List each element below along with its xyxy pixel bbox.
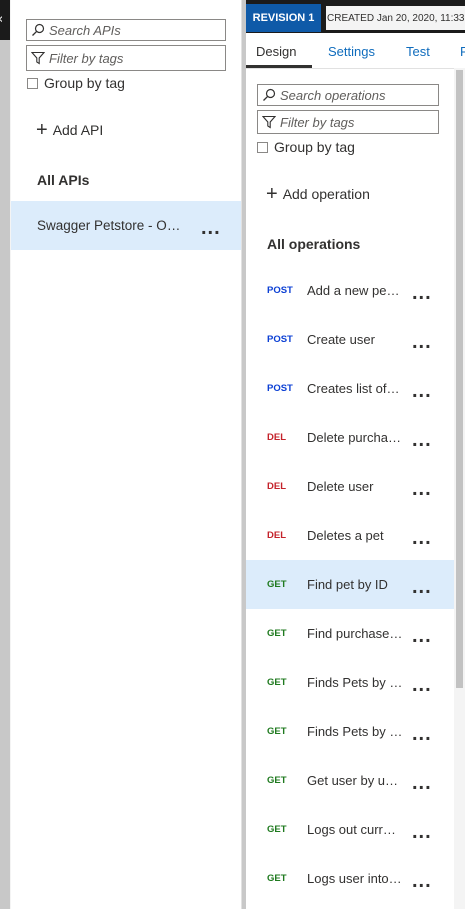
method-badge: DEL xyxy=(267,432,286,443)
operation-row[interactable]: GET Logs out current logged in user sess… xyxy=(246,805,454,854)
method-badge: GET xyxy=(267,726,287,737)
tab-portal[interactable]: P xyxy=(460,44,465,59)
operation-name: Logs out current logged in user session xyxy=(307,822,403,837)
more-options-icon[interactable]: ... xyxy=(412,430,432,450)
checkbox-box[interactable] xyxy=(27,77,38,89)
more-options-icon[interactable]: ... xyxy=(412,822,432,842)
operations-scrollbar[interactable] xyxy=(454,68,465,909)
operation-name: Create user xyxy=(307,332,375,347)
more-options-icon[interactable]: ... xyxy=(412,283,432,303)
method-badge: POST xyxy=(267,285,293,296)
method-badge: POST xyxy=(267,383,293,394)
operation-row[interactable]: POST Create user ... xyxy=(246,315,454,364)
operation-row[interactable]: DEL Deletes a pet ... xyxy=(246,511,454,560)
more-options-icon[interactable]: ... xyxy=(412,675,432,695)
operation-name: Get user by user name xyxy=(307,773,403,788)
search-icon xyxy=(27,20,49,40)
tab-design[interactable]: Design xyxy=(256,44,296,59)
more-options-icon[interactable]: ... xyxy=(412,577,432,597)
more-options-icon[interactable]: ... xyxy=(201,218,221,238)
all-apis-heading: All APIs xyxy=(37,172,90,188)
method-badge: GET xyxy=(267,628,287,639)
api-list-item[interactable]: Swagger Petstore - OpenAPI 3.0 ... xyxy=(11,201,241,250)
plus-icon: + xyxy=(36,119,48,141)
group-by-tag-label: Group by tag xyxy=(274,139,355,155)
more-options-icon[interactable]: ... xyxy=(412,332,432,352)
search-icon xyxy=(258,85,280,105)
operation-row[interactable]: GET Logs user into the system ... xyxy=(246,854,454,903)
operation-row[interactable]: GET Finds Pets by status ... xyxy=(246,658,454,707)
group-by-tag-checkbox[interactable]: Group by tag xyxy=(27,75,125,91)
operation-name: Finds Pets by tags xyxy=(307,724,403,739)
method-badge: GET xyxy=(267,579,287,590)
left-edge-strip: ‹ xyxy=(0,0,10,909)
operation-name: Creates list of users with given input a… xyxy=(307,381,403,396)
method-badge: GET xyxy=(267,677,287,688)
operation-name: Delete user xyxy=(307,479,374,494)
operation-row[interactable]: POST Add a new pet to the store ... xyxy=(246,266,454,315)
search-operations-input[interactable]: Search operations xyxy=(257,84,439,106)
add-api-button[interactable]: + Add API xyxy=(36,119,103,141)
active-tab-indicator xyxy=(246,65,312,68)
operation-row[interactable]: GET Find purchase order by ID ... xyxy=(246,609,454,658)
operation-name: Delete purchase order by ID xyxy=(307,430,403,445)
operation-name: Add a new pet to the store xyxy=(307,283,403,298)
operation-name: Deletes a pet xyxy=(307,528,384,543)
filter-icon xyxy=(27,48,49,68)
scrollbar-thumb[interactable] xyxy=(456,70,463,688)
collapse-chevron-icon[interactable]: ‹ xyxy=(0,12,3,27)
operations-panel: REVISION 1 CREATED Jan 20, 2020, 11:33: … xyxy=(246,0,465,909)
revision-created-info: CREATED Jan 20, 2020, 11:33: xyxy=(326,6,465,30)
collapse-area[interactable]: ‹ xyxy=(0,0,10,40)
operation-row[interactable]: GET Finds Pets by tags ... xyxy=(246,707,454,756)
method-badge: GET xyxy=(267,775,287,786)
api-item-label: Swagger Petstore - OpenAPI 3.0 xyxy=(37,218,187,233)
operation-name: Find pet by ID xyxy=(307,577,388,592)
revision-badge[interactable]: REVISION 1 xyxy=(246,4,321,32)
operation-name: Find purchase order by ID xyxy=(307,626,403,641)
search-apis-input[interactable]: Search APIs xyxy=(26,19,226,41)
more-options-icon[interactable]: ... xyxy=(412,773,432,793)
apis-panel: Search APIs Filter by tags Group by tag … xyxy=(11,0,242,909)
more-options-icon[interactable]: ... xyxy=(412,479,432,499)
more-options-icon[interactable]: ... xyxy=(412,626,432,646)
operation-name: Finds Pets by status xyxy=(307,675,403,690)
checkbox-box[interactable] xyxy=(257,141,268,153)
add-operation-button[interactable]: + Add operation xyxy=(266,183,370,205)
revision-bar: REVISION 1 CREATED Jan 20, 2020, 11:33: xyxy=(246,0,465,33)
operation-name: Logs user into the system xyxy=(307,871,403,886)
more-options-icon[interactable]: ... xyxy=(412,528,432,548)
operation-row[interactable]: DEL Delete user ... xyxy=(246,462,454,511)
tab-settings[interactable]: Settings xyxy=(328,44,375,59)
plus-icon: + xyxy=(266,183,278,205)
filter-operations-input[interactable]: Filter by tags xyxy=(257,110,439,134)
operation-row[interactable]: GET Find pet by ID ... xyxy=(246,560,454,609)
operation-row[interactable]: DEL Delete purchase order by ID ... xyxy=(246,413,454,462)
method-badge: DEL xyxy=(267,530,286,541)
group-by-tag-label: Group by tag xyxy=(44,75,125,91)
group-by-tag-checkbox[interactable]: Group by tag xyxy=(257,139,355,155)
operation-row[interactable]: POST Creates list of users with given in… xyxy=(246,364,454,413)
filter-apis-input[interactable]: Filter by tags xyxy=(26,45,226,71)
method-badge: GET xyxy=(267,824,287,835)
tab-bar: Design Settings Test P xyxy=(246,36,465,69)
all-operations-heading: All operations xyxy=(267,236,361,252)
method-badge: DEL xyxy=(267,481,286,492)
tab-test[interactable]: Test xyxy=(406,44,430,59)
method-badge: POST xyxy=(267,334,293,345)
more-options-icon[interactable]: ... xyxy=(412,381,432,401)
operation-row[interactable]: GET Get user by user name ... xyxy=(246,756,454,805)
more-options-icon[interactable]: ... xyxy=(412,724,432,744)
more-options-icon[interactable]: ... xyxy=(412,871,432,891)
filter-icon xyxy=(258,112,280,132)
method-badge: GET xyxy=(267,873,287,884)
